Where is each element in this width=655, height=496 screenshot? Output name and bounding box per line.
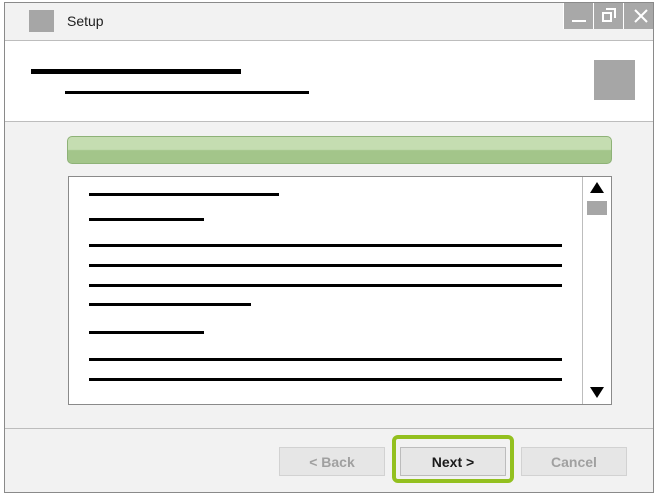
next-button[interactable]: Next > (400, 447, 506, 476)
license-text-panel[interactable] (68, 176, 612, 405)
minimize-icon (572, 20, 586, 22)
wizard-content (5, 122, 653, 429)
page-heading-placeholder (31, 69, 241, 74)
text-line (89, 331, 204, 334)
app-icon (29, 10, 54, 32)
progress-bar (67, 136, 612, 164)
text-line (89, 378, 562, 381)
scrollbar-thumb[interactable] (587, 201, 607, 215)
progress-fill (68, 137, 611, 163)
window-controls (563, 3, 653, 29)
minimize-button[interactable] (563, 3, 593, 29)
text-line (89, 284, 562, 287)
back-button[interactable]: < Back (279, 447, 385, 476)
arrow-up-icon[interactable] (590, 182, 604, 193)
wizard-footer: < Back Next > Cancel (5, 429, 653, 492)
close-icon (634, 9, 648, 23)
wizard-header (5, 41, 653, 122)
vertical-scrollbar[interactable] (582, 177, 611, 404)
text-line (89, 193, 279, 196)
text-line (89, 218, 204, 221)
cancel-button[interactable]: Cancel (521, 447, 627, 476)
window-title: Setup (67, 13, 104, 29)
title-bar: Setup (5, 3, 653, 41)
page-subheading-placeholder (65, 91, 309, 94)
setup-window: Setup < Back Next > Cancel (4, 2, 654, 493)
text-line (89, 264, 562, 267)
header-icon (594, 60, 635, 100)
close-button[interactable] (623, 3, 653, 29)
restore-icon (602, 12, 612, 22)
restore-button[interactable] (593, 3, 623, 29)
arrow-down-icon[interactable] (590, 387, 604, 398)
text-line (89, 244, 562, 247)
text-line (89, 303, 251, 306)
text-line (89, 358, 562, 361)
